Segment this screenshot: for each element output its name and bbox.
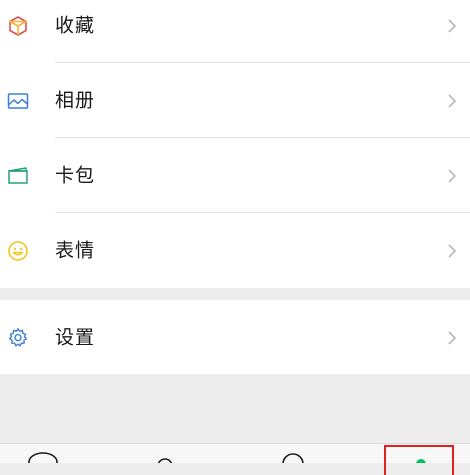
- smiley-icon: [7, 240, 29, 262]
- menu-item-settings[interactable]: 设置: [0, 300, 470, 375]
- cube-icon: [7, 15, 29, 37]
- chat-tab-icon[interactable]: [26, 444, 60, 463]
- menu-item-album[interactable]: 相册: [0, 63, 470, 138]
- menu-item-favorites[interactable]: 收藏: [0, 0, 470, 63]
- menu-label-album: 相册: [55, 89, 96, 111]
- menu-label-favorites: 收藏: [55, 14, 96, 36]
- menu-group-settings: 设置: [0, 300, 470, 374]
- menu-label-settings: 设置: [55, 326, 96, 348]
- gear-icon: [7, 327, 29, 349]
- picture-icon: [7, 90, 29, 112]
- chevron-right-icon: [446, 17, 458, 35]
- menu-label-stickers: 表情: [55, 239, 96, 261]
- chevron-right-icon: [446, 329, 458, 347]
- discover-tab-icon[interactable]: [278, 444, 308, 463]
- menu-item-stickers[interactable]: 表情: [0, 213, 470, 288]
- menu-group-primary: 收藏 相册 卡包 表情: [0, 0, 470, 288]
- menu-label-cards: 卡包: [55, 164, 96, 186]
- card-wallet-icon: [7, 165, 29, 187]
- menu-item-cards[interactable]: 卡包: [0, 138, 470, 213]
- chevron-right-icon: [446, 242, 458, 260]
- highlight-box: [384, 445, 454, 475]
- contacts-tab-icon[interactable]: [150, 444, 180, 463]
- chevron-right-icon: [446, 167, 458, 185]
- chevron-right-icon: [446, 92, 458, 110]
